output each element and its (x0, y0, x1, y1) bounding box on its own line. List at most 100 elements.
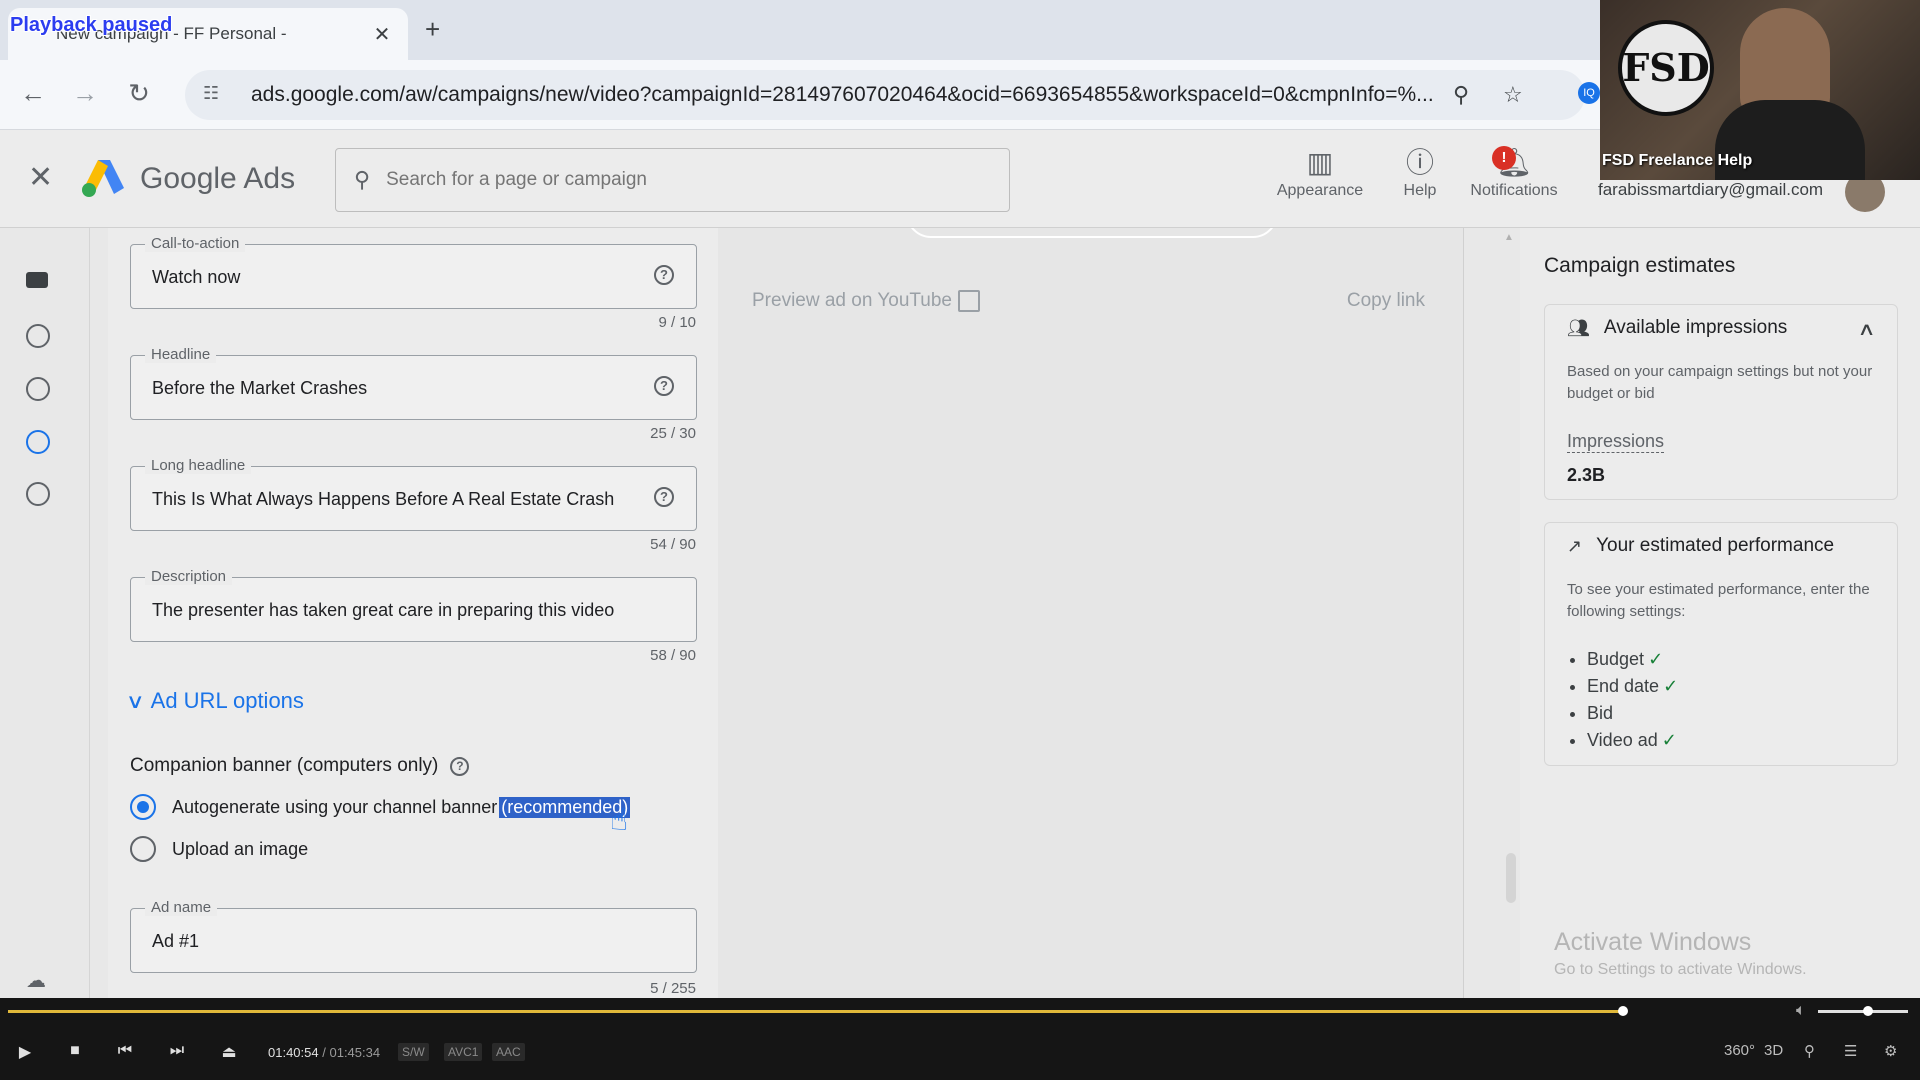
copy-link-button[interactable]: Copy link (1347, 290, 1425, 312)
radio-autogenerate[interactable]: Autogenerate using your channel banner (… (130, 794, 631, 820)
char-counter: 5 / 255 (650, 980, 696, 997)
zoom-icon[interactable]: ⚲ (1453, 82, 1469, 108)
chevron-down-icon: ∨ (125, 690, 145, 713)
available-impressions-card: 👥︎ Available impressions ∧ Based on your… (1544, 304, 1898, 500)
help-button[interactable]: ⓘ Help (1390, 144, 1450, 200)
radio-upload-label: Upload an image (172, 838, 309, 859)
volume-handle[interactable] (1862, 1006, 1873, 1016)
radio-button-checked[interactable] (130, 794, 156, 820)
field-value[interactable]: This Is What Always Happens Before A Rea… (152, 489, 614, 510)
playlist-icon[interactable]: ☰ (1844, 1042, 1857, 1060)
tab-close-icon[interactable]: ✕ (370, 22, 394, 47)
site-settings-icon[interactable]: ☷ (203, 83, 227, 107)
char-counter: 25 / 30 (650, 425, 696, 442)
help-icon[interactable]: ? (654, 376, 674, 396)
url-text[interactable]: ads.google.com/aw/campaigns/new/video?ca… (251, 83, 1451, 107)
3d-icon[interactable]: 3D (1764, 1042, 1783, 1059)
new-tab-button[interactable]: + (425, 14, 440, 45)
bookmark-star-icon[interactable]: ☆ (1503, 82, 1523, 108)
chevron-up-icon[interactable]: ∧ (1857, 319, 1875, 340)
help-icon[interactable]: ? (450, 756, 470, 776)
card-description: Based on your campaign settings but not … (1567, 363, 1873, 402)
notifications-label: Notifications (1470, 182, 1558, 199)
video-camera-icon[interactable] (26, 272, 48, 288)
help-icon[interactable]: ? (654, 265, 674, 285)
notifications-button[interactable]: 🔔︎! Notifications (1462, 144, 1566, 200)
field-value[interactable]: Before the Market Crashes (152, 378, 367, 399)
activate-windows-title: Activate Windows (1554, 928, 1752, 956)
estimated-performance-card: ↗ Your estimated performance To see your… (1544, 522, 1898, 766)
help-icon[interactable]: ? (654, 487, 674, 507)
char-counter: 54 / 90 (650, 536, 696, 553)
playback-paused-overlay: Playback paused (10, 14, 173, 36)
long-headline-field[interactable]: Long headline This Is What Always Happen… (130, 457, 697, 531)
forward-icon[interactable]: → (68, 78, 102, 109)
extension-icon[interactable]: IQ (1578, 82, 1600, 104)
stop-icon[interactable]: ■ (60, 1042, 90, 1060)
seek-handle[interactable] (1617, 1006, 1628, 1016)
ad-name-field[interactable]: Ad name Ad #1 (130, 899, 697, 973)
scrollbar[interactable]: ▲ (1500, 228, 1520, 998)
zoom-search-icon[interactable]: ⚲ (1804, 1042, 1815, 1060)
call-to-action-field[interactable]: Call-to-action Watch now ? (130, 235, 697, 309)
notification-badge: ! (1492, 146, 1516, 170)
field-value[interactable]: Watch now (152, 267, 240, 288)
page-search[interactable]: ⚲ (335, 148, 1010, 212)
total-time: 01:45:34 (329, 1045, 381, 1060)
next-icon[interactable]: ⏭︎ (162, 1042, 192, 1060)
field-label: Headline (145, 346, 217, 363)
description-field[interactable]: Description The presenter has taken grea… (130, 568, 697, 642)
step-circle-icon[interactable] (26, 324, 50, 348)
appearance-icon: ▥ (1306, 147, 1334, 178)
seek-bar[interactable] (8, 1010, 1623, 1013)
list-item: End date✓ (1587, 676, 1678, 703)
checkmark-icon: ✓ (1663, 676, 1679, 696)
webcam-label: FSD Freelance Help (1602, 152, 1753, 169)
scroll-up-icon[interactable]: ▲ (1504, 232, 1514, 243)
ad-preview-panel: Preview ad on YouTube Copy link (718, 228, 1464, 998)
cloud-save-icon: ☁ (26, 970, 46, 992)
preview-link-label: Preview ad on YouTube (752, 290, 953, 311)
reload-icon[interactable]: ↻ (122, 78, 156, 109)
step-circle-icon[interactable] (26, 482, 50, 506)
appearance-button[interactable]: ▥ Appearance (1270, 144, 1370, 200)
impressions-label[interactable]: Impressions (1567, 431, 1665, 453)
radio-button[interactable] (130, 836, 156, 862)
back-icon[interactable]: ← (16, 78, 50, 109)
ad-form: Call-to-action Watch now ? 9 / 10 Headli… (108, 228, 718, 998)
radio-autogenerate-label: Autogenerate using your channel banner (172, 796, 498, 817)
vr-360-icon[interactable]: 360° (1724, 1042, 1755, 1059)
bell-icon: 🔔︎! (1462, 144, 1566, 182)
step-circle-icon[interactable] (26, 377, 50, 401)
activate-windows-subtitle: Go to Settings to activate Windows. (1554, 961, 1807, 978)
address-bar[interactable]: ☷ ads.google.com/aw/campaigns/new/video?… (185, 70, 1585, 120)
ad-url-options-label: Ad URL options (150, 688, 304, 713)
account-email[interactable]: farabissmartdiary@gmail.com (1598, 180, 1823, 200)
companion-banner-label: Companion banner (computers only) (130, 755, 439, 776)
estimates-title: Campaign estimates (1544, 254, 1736, 277)
close-icon[interactable]: ✕ (28, 160, 53, 195)
campaign-estimates-panel: Campaign estimates 👥︎ Available impressi… (1520, 228, 1920, 998)
field-value[interactable]: The presenter has taken great care in pr… (152, 600, 614, 621)
previous-icon[interactable]: ⏮︎ (110, 1042, 140, 1060)
step-circle-active-icon[interactable] (26, 430, 50, 454)
field-value[interactable]: Ad #1 (152, 931, 199, 952)
radio-upload-image[interactable]: Upload an image (130, 836, 308, 862)
ad-url-options-toggle[interactable]: ∨ Ad URL options (125, 688, 304, 714)
settings-gear-icon[interactable]: ⚙ (1884, 1042, 1897, 1060)
play-icon[interactable]: ▶ (10, 1042, 40, 1062)
list-item: Bid (1587, 703, 1678, 730)
search-input[interactable] (386, 169, 947, 191)
headline-field[interactable]: Headline Before the Market Crashes ? (130, 346, 697, 420)
hand-cursor-icon: ☝ (610, 804, 629, 837)
codec-tag: S/W (398, 1043, 429, 1061)
volume-icon[interactable]: 🔈︎ (1796, 1002, 1806, 1020)
preview-on-youtube-link[interactable]: Preview ad on YouTube (752, 290, 981, 312)
field-label: Long headline (145, 457, 252, 474)
scrollbar-thumb[interactable] (1506, 853, 1516, 903)
codec-tag: AVC1 (444, 1043, 483, 1061)
list-item: Budget✓ (1587, 649, 1678, 676)
eject-icon[interactable]: ⏏︎ (214, 1042, 244, 1062)
checkmark-icon: ✓ (1648, 649, 1664, 669)
card-header[interactable]: 👥︎ Available impressions (1567, 317, 1787, 339)
